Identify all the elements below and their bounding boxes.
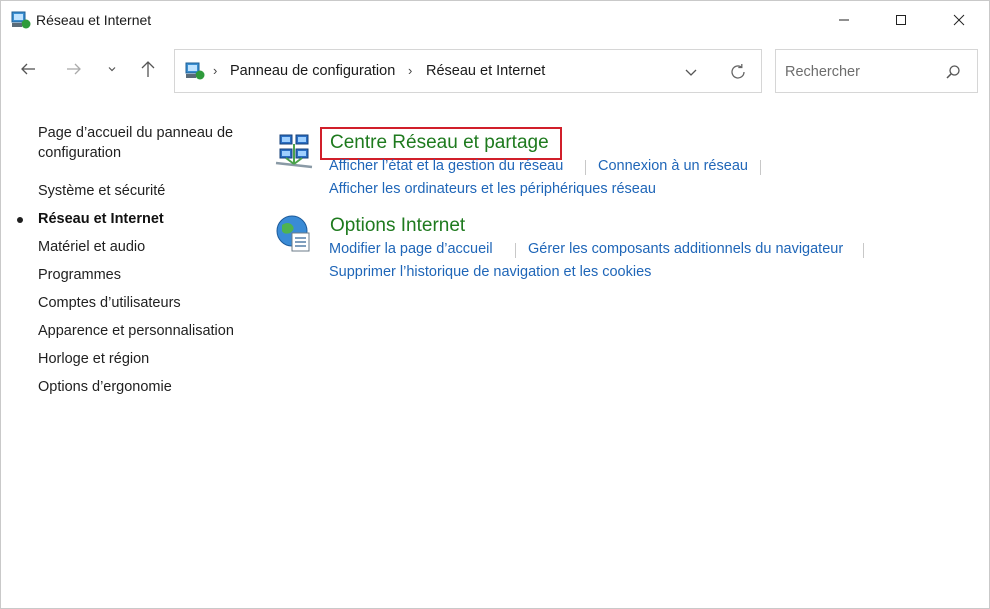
recent-locations-button[interactable]: [100, 57, 124, 81]
breadcrumb-separator-icon: ›: [213, 63, 218, 78]
sidebar-item-hardware-sound[interactable]: Matériel et audio: [38, 237, 145, 257]
arrow-left-icon: [21, 63, 35, 75]
sidebar-item-control-panel-home[interactable]: Page d’accueil du panneau de configurati…: [38, 123, 233, 163]
sidebar: Page d’accueil du panneau de configurati…: [1, 101, 261, 601]
sidebar-item-user-accounts[interactable]: Comptes d’utilisateurs: [38, 293, 181, 313]
navigation-bar: › Panneau de configuration › Réseau et I…: [1, 39, 989, 101]
link-separator: [863, 243, 864, 258]
main-content: Centre Réseau et partage Afficher l’état…: [261, 101, 989, 601]
refresh-button[interactable]: [726, 60, 750, 84]
search-box: [775, 49, 978, 93]
address-history-button[interactable]: [680, 62, 702, 82]
sidebar-item-network-internet[interactable]: Réseau et Internet: [38, 209, 164, 229]
search-input[interactable]: [785, 62, 935, 82]
internet-options-icon[interactable]: [274, 213, 314, 253]
chevron-down-icon: [685, 69, 697, 76]
active-bullet-icon: [17, 217, 23, 223]
link-delete-browsing-history[interactable]: Supprimer l’historique de navigation et …: [329, 264, 651, 280]
refresh-icon: [731, 64, 745, 79]
network-sharing-icon[interactable]: [274, 131, 314, 171]
close-icon: [953, 14, 965, 26]
search-icon[interactable]: [944, 63, 962, 81]
title-bar: Réseau et Internet: [1, 1, 989, 39]
network-window-icon: [11, 11, 31, 29]
link-view-network-computers[interactable]: Afficher les ordinateurs et les périphér…: [329, 181, 656, 197]
close-button[interactable]: [936, 1, 982, 39]
sidebar-item-programs[interactable]: Programmes: [38, 265, 121, 285]
up-button[interactable]: [136, 57, 160, 81]
sidebar-item-clock-region[interactable]: Horloge et région: [38, 349, 149, 369]
breadcrumb-control-panel[interactable]: Panneau de configuration: [230, 63, 395, 79]
breadcrumb-network-internet[interactable]: Réseau et Internet: [426, 63, 545, 79]
maximize-button[interactable]: [878, 1, 924, 39]
category-title-internet-options[interactable]: Options Internet: [330, 215, 465, 237]
link-connect-to-network[interactable]: Connexion à un réseau: [598, 158, 748, 174]
link-view-network-status[interactable]: Afficher l’état et la gestion du réseau: [329, 158, 563, 174]
chevron-down-icon: [108, 67, 116, 72]
link-separator: [760, 160, 761, 175]
link-separator: [585, 160, 586, 175]
link-manage-addons[interactable]: Gérer les composants additionnels du nav…: [528, 241, 843, 257]
window-title: Réseau et Internet: [36, 12, 152, 28]
sidebar-item-system-security[interactable]: Système et sécurité: [38, 181, 165, 201]
link-change-homepage[interactable]: Modifier la page d’accueil: [329, 241, 493, 257]
back-button[interactable]: [16, 57, 40, 81]
sidebar-item-label: Page d’accueil du panneau de: [38, 125, 234, 141]
link-separator: [515, 243, 516, 258]
address-bar[interactable]: › Panneau de configuration › Réseau et I…: [174, 49, 762, 93]
sidebar-item-ease-of-access[interactable]: Options d’ergonomie: [38, 377, 172, 397]
forward-button[interactable]: [62, 57, 86, 81]
arrow-up-icon: [141, 61, 155, 77]
category-title-network-sharing[interactable]: Centre Réseau et partage: [330, 132, 549, 154]
maximize-icon: [896, 15, 906, 25]
sidebar-item-label: configuration: [38, 145, 122, 161]
minimize-icon: [839, 19, 849, 21]
sidebar-item-appearance[interactable]: Apparence et personnalisation: [38, 321, 234, 341]
control-panel-window: Réseau et Internet › Panneau de configur…: [0, 0, 990, 609]
control-panel-icon: [185, 62, 205, 80]
minimize-button[interactable]: [821, 1, 867, 39]
arrow-right-icon: [67, 63, 81, 75]
breadcrumb-separator-icon: ›: [408, 63, 413, 78]
